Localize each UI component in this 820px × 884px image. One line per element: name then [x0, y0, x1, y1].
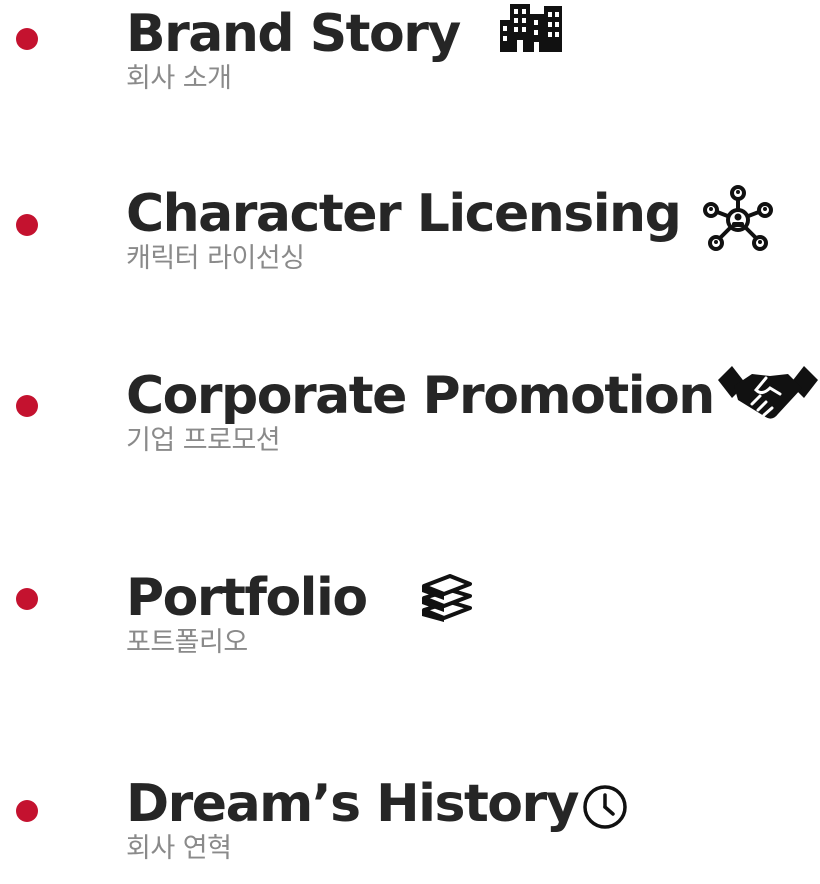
bullet-dot — [16, 214, 38, 236]
handshake-icon — [716, 366, 820, 428]
network-icon — [700, 184, 776, 254]
menu-item-corporate-promotion[interactable]: Corporate Promotion 기업 프로모션 — [0, 366, 820, 476]
menu-item-portfolio[interactable]: Portfolio 포트폴리오 — [0, 568, 820, 678]
menu-item-subtitle: 포트폴리오 — [126, 627, 248, 658]
menu-item-brand-story[interactable]: Brand Story 회사 소개 — [0, 4, 820, 114]
menu-item-title: Corporate Promotion — [126, 366, 715, 426]
menu-item-subtitle: 회사 연혁 — [126, 833, 232, 864]
books-icon — [418, 572, 474, 622]
bullet-dot — [16, 800, 38, 822]
menu-item-subtitle: 기업 프로모션 — [126, 425, 281, 456]
bullet-dot — [16, 395, 38, 417]
bullet-dot — [16, 28, 38, 50]
menu-item-dreams-history[interactable]: Dream’s History 회사 연혁 — [0, 774, 820, 884]
menu-item-title: Dream’s History — [126, 774, 580, 834]
menu-item-subtitle: 회사 소개 — [126, 63, 232, 94]
building-icon — [500, 4, 564, 52]
menu-item-title: Character Licensing — [126, 184, 682, 244]
menu-item-title: Portfolio — [126, 568, 368, 628]
bullet-dot — [16, 588, 38, 610]
menu-item-character-licensing[interactable]: Character Licensing 캐릭터 라이선싱 — [0, 184, 820, 294]
clock-icon — [582, 784, 628, 830]
menu-item-subtitle: 캐릭터 라이선싱 — [126, 243, 305, 274]
menu-item-title: Brand Story — [126, 4, 461, 64]
